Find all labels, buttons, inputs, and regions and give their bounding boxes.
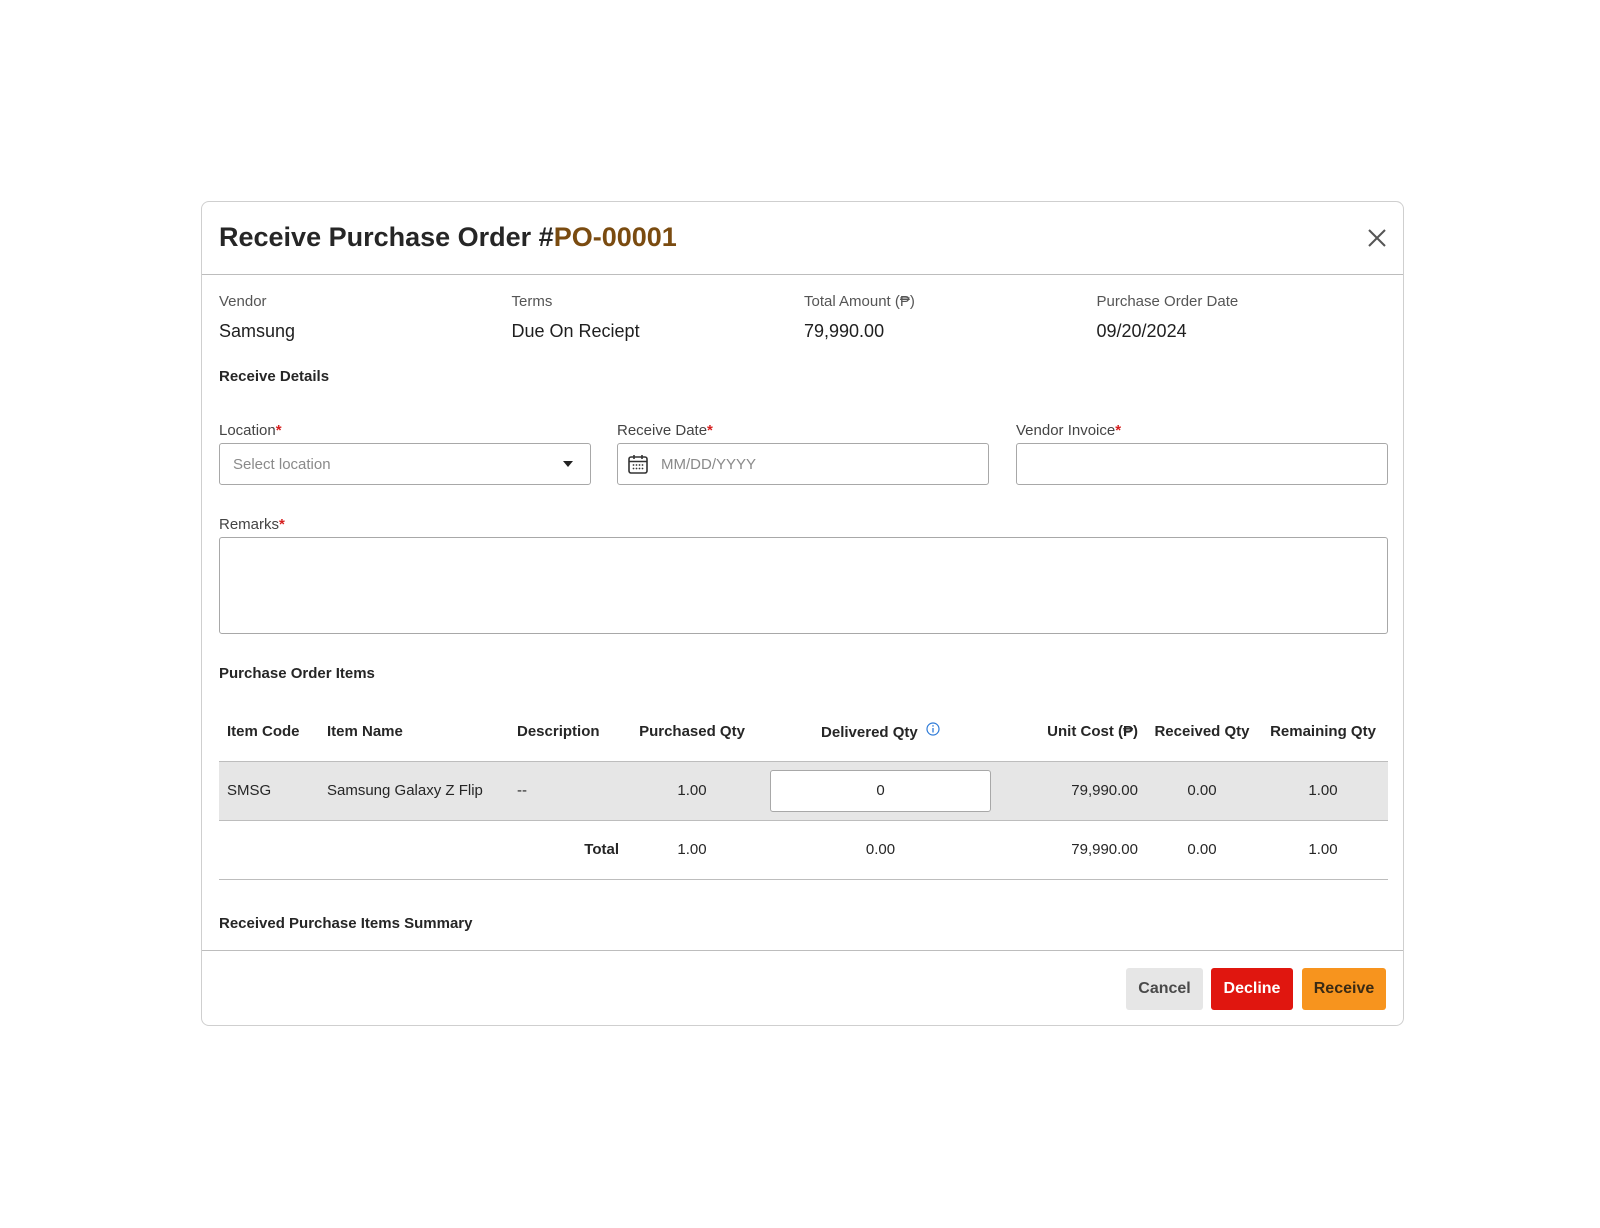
close-button[interactable] — [1365, 226, 1389, 250]
summary-value: 79,990.00 — [804, 321, 885, 341]
empty-cell — [219, 820, 319, 879]
total-received-qty: 0.00 — [1187, 841, 1217, 858]
receive-details-title: Receive Details — [219, 368, 330, 385]
total-remaining-qty: 1.00 — [1308, 841, 1338, 858]
chevron-down-icon — [563, 461, 573, 467]
remarks-label: Remarks* — [219, 516, 285, 533]
po-items-table: Item Code Item Name Description Purchase… — [219, 702, 1388, 880]
total-delivered-qty: 0.00 — [865, 841, 896, 858]
info-icon[interactable] — [926, 722, 940, 736]
vendor-invoice-label-text: Vendor Invoice — [1016, 422, 1116, 439]
receive-date-label-text: Receive Date — [617, 422, 708, 439]
summary-po-date: Purchase Order Date 09/20/2024 — [1097, 293, 1390, 342]
required-mark: * — [707, 422, 713, 439]
summary-value: Due On Reciept — [511, 321, 640, 341]
modal-header: Receive Purchase Order #PO-00001 — [202, 202, 1403, 275]
receive-button[interactable]: Receive — [1302, 968, 1386, 1010]
column-header: Item Name — [327, 722, 403, 740]
column-header-delivered: Delivered Qty — [757, 702, 1004, 761]
empty-cell — [319, 820, 509, 879]
column-header: Description — [517, 722, 600, 740]
required-mark: * — [1115, 422, 1122, 439]
summary-terms: Terms Due On Reciept — [512, 293, 805, 342]
item-description: -- — [517, 782, 527, 799]
item-code: SMSG — [227, 782, 272, 799]
calendar-icon — [628, 455, 648, 474]
delivered-qty-input[interactable]: 0 — [770, 769, 991, 812]
table-row: SMSG Samsung Galaxy Z Flip -- 1.00 0 79,… — [219, 761, 1388, 820]
summary-label: Vendor — [219, 293, 267, 310]
modal-title-prefix: Receive Purchase Order # — [219, 222, 554, 252]
receive-date-label: Receive Date* — [617, 422, 713, 439]
location-placeholder: Select location — [233, 455, 331, 473]
location-label-text: Location — [219, 422, 276, 439]
modal-footer: Cancel Decline Receive — [202, 950, 1403, 1026]
required-mark: * — [279, 516, 285, 533]
remaining-qty: 1.00 — [1308, 782, 1338, 799]
remarks-textarea[interactable] — [219, 537, 1388, 634]
summary-vendor: Vendor Samsung — [219, 293, 512, 342]
close-icon — [1368, 229, 1386, 247]
item-name: Samsung Galaxy Z Flip — [327, 782, 483, 799]
summary-total-amount: Total Amount (₱) 79,990.00 — [804, 293, 1097, 342]
summary-label: Terms — [511, 293, 553, 310]
po-items-title: Purchase Order Items — [219, 665, 375, 682]
receive-date-input[interactable]: MM/DD/YYYY — [617, 443, 989, 485]
po-summary: Vendor Samsung Terms Due On Reciept Tota… — [219, 293, 1389, 342]
unit-cost: 79,990.00 — [1071, 782, 1138, 799]
vendor-invoice-input[interactable] — [1016, 443, 1388, 485]
remarks-label-text: Remarks — [219, 516, 280, 533]
location-select[interactable]: Select location — [219, 443, 591, 485]
purchased-qty: 1.00 — [677, 782, 707, 799]
column-header: Unit Cost (₱) — [1047, 722, 1138, 740]
decline-button[interactable]: Decline — [1211, 968, 1293, 1010]
summary-label: Purchase Order Date — [1096, 293, 1239, 310]
modal-title: Receive Purchase Order #PO-00001 — [219, 222, 677, 253]
cancel-button[interactable]: Cancel — [1126, 968, 1203, 1010]
received-qty: 0.00 — [1187, 782, 1217, 799]
total-unit-cost: 79,990.00 — [1071, 841, 1138, 858]
receive-po-modal: Receive Purchase Order #PO-00001 Vendor … — [201, 201, 1404, 1026]
summary-value: Samsung — [219, 321, 296, 341]
total-label: Total — [584, 841, 619, 858]
column-header: Item Code — [227, 722, 300, 740]
required-mark: * — [275, 422, 282, 439]
summary-label: Total Amount (₱) — [804, 293, 915, 310]
receive-date-placeholder: MM/DD/YYYY — [661, 455, 757, 473]
vendor-invoice-label: Vendor Invoice* — [1016, 422, 1121, 439]
location-label: Location* — [219, 422, 282, 439]
delivered-qty-cell: 0 — [757, 761, 1004, 820]
table-header-row: Item Code Item Name Description Purchase… — [219, 702, 1388, 761]
total-row: Total 1.00 0.00 79,990.00 0.00 1.00 — [219, 820, 1388, 879]
column-header-label: Delivered Qty — [821, 723, 918, 741]
received-summary-title: Received Purchase Items Summary — [219, 915, 473, 932]
column-header: Remaining Qty — [1270, 722, 1376, 740]
column-header: Received Qty — [1154, 722, 1250, 740]
column-header: Purchased Qty — [639, 722, 745, 740]
total-purchased-qty: 1.00 — [677, 841, 707, 858]
summary-value: 09/20/2024 — [1096, 321, 1187, 341]
po-number: PO-00001 — [553, 222, 677, 252]
